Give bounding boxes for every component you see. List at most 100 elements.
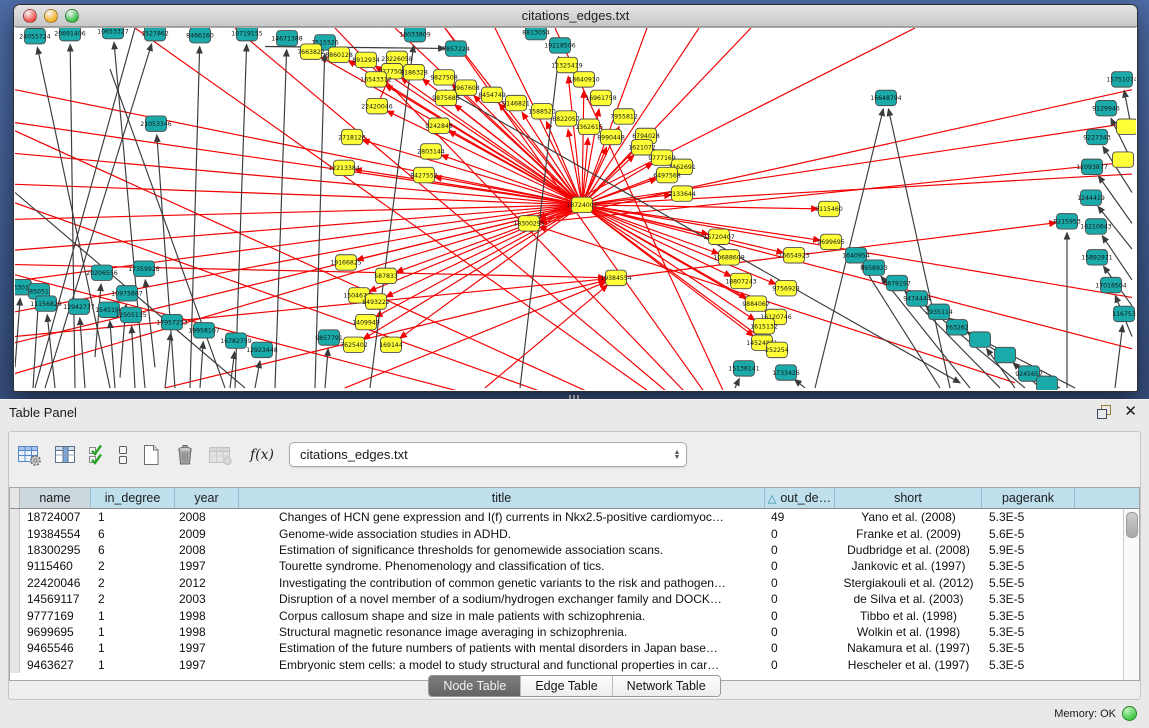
cell-year[interactable]: 1997 xyxy=(175,658,239,672)
cell-in-degree[interactable]: 2 xyxy=(91,576,175,590)
cell-in-degree[interactable]: 2 xyxy=(91,592,175,606)
cell-out-degree[interactable]: 0 xyxy=(765,609,835,623)
cell-name[interactable]: 18724007 xyxy=(20,510,91,524)
cell-name[interactable]: 9463627 xyxy=(20,658,91,672)
graph-edge[interactable] xyxy=(1115,325,1123,388)
table-row[interactable]: 19384554 6 2009 Genome-wide association … xyxy=(10,525,1139,541)
cell-title[interactable]: Genome-wide association studies in ADHD. xyxy=(239,527,765,541)
cell-out-degree[interactable]: 0 xyxy=(765,527,835,541)
graph-edge[interactable] xyxy=(230,352,235,388)
cell-title[interactable]: Estimation of significance thresholds fo… xyxy=(239,543,765,557)
cell-name[interactable]: 19384554 xyxy=(20,527,91,541)
cell-pagerank[interactable]: 5.3E-5 xyxy=(982,510,1075,524)
cell-in-degree[interactable]: 6 xyxy=(91,543,175,557)
column-header-title[interactable]: title xyxy=(239,488,765,508)
cell-year[interactable]: 2009 xyxy=(175,527,239,541)
cell-in-degree[interactable]: 6 xyxy=(91,527,175,541)
window-titlebar[interactable]: citations_edges.txt xyxy=(14,5,1137,27)
table-row[interactable]: 9699695 1 1998 Structural magnetic reson… xyxy=(10,624,1139,640)
cell-name[interactable]: 9699695 xyxy=(20,625,91,639)
table-row[interactable]: 9777169 1 1998 Corpus callosum shape and… xyxy=(10,607,1139,623)
graph-node[interactable] xyxy=(995,347,1016,362)
cell-out-degree[interactable]: 0 xyxy=(765,543,835,557)
cell-out-degree[interactable]: 0 xyxy=(765,576,835,590)
cell-name[interactable]: 9465546 xyxy=(20,641,91,655)
cell-name[interactable]: 9777169 xyxy=(20,609,91,623)
cell-year[interactable]: 2008 xyxy=(175,543,239,557)
table-vertical-scrollbar[interactable] xyxy=(1123,509,1139,680)
graph-edge[interactable] xyxy=(735,379,739,388)
column-header-short[interactable]: short xyxy=(835,488,982,508)
column-header-out-degree[interactable]: △ out_de… xyxy=(765,488,835,508)
table-row[interactable]: 18724007 1 2008 Changes of HCN gene expr… xyxy=(10,509,1139,525)
network-view[interactable]: 1872400718300295193845542405572420691406… xyxy=(15,28,1136,390)
graph-edge[interactable] xyxy=(369,205,582,291)
cell-short[interactable]: Tibbo et al. (1998) xyxy=(835,609,982,623)
cell-in-degree[interactable]: 1 xyxy=(91,658,175,672)
cell-year[interactable]: 2003 xyxy=(175,592,239,606)
graph-edge[interactable] xyxy=(15,298,20,367)
table-row[interactable]: 9465546 1 1997 Estimation of the future … xyxy=(10,640,1139,656)
graph-node[interactable] xyxy=(1117,119,1137,134)
cell-short[interactable]: Franke et al. (2009) xyxy=(835,527,982,541)
table-row[interactable]: 9115460 2 1997 Tourette syndrome. Phenom… xyxy=(10,558,1139,574)
cell-out-degree[interactable]: 0 xyxy=(765,559,835,573)
tab-node-table[interactable]: Node Table xyxy=(429,676,521,696)
cell-year[interactable]: 2008 xyxy=(175,510,239,524)
cell-pagerank[interactable]: 5.6E-5 xyxy=(982,527,1075,541)
cell-pagerank[interactable]: 5.3E-5 xyxy=(982,559,1075,573)
cell-short[interactable]: de Silva et al. (2003) xyxy=(835,592,982,606)
table-row[interactable]: 14569117 2 2003 Disruption of a novel me… xyxy=(10,591,1139,607)
graph-edge[interactable] xyxy=(132,326,135,388)
cell-short[interactable]: Stergiakouli et al. (2012) xyxy=(835,576,982,590)
cell-pagerank[interactable]: 5.3E-5 xyxy=(982,609,1075,623)
graph-edge[interactable] xyxy=(582,28,699,205)
delete-table-icon[interactable] xyxy=(173,441,197,469)
cell-short[interactable]: Nakamura et al. (1997) xyxy=(835,641,982,655)
cell-title[interactable]: Embryonic stem cells: a model to study s… xyxy=(239,658,765,672)
graph-node[interactable] xyxy=(1037,376,1058,390)
table-select[interactable]: citations_edges.txt ▲▼ xyxy=(289,442,687,467)
cell-pagerank[interactable]: 5.3E-5 xyxy=(982,592,1075,606)
cell-title[interactable]: Structural magnetic resonance image aver… xyxy=(239,625,765,639)
cell-pagerank[interactable]: 5.9E-5 xyxy=(982,543,1075,557)
scrollbar-thumb[interactable] xyxy=(1126,512,1138,538)
cell-short[interactable]: Yano et al. (2008) xyxy=(835,510,982,524)
graph-edge[interactable] xyxy=(582,205,1132,349)
cell-name[interactable]: 22420046 xyxy=(20,576,91,590)
cell-name[interactable]: 18300295 xyxy=(20,543,91,557)
cell-pagerank[interactable]: 5.3E-5 xyxy=(982,625,1075,639)
column-header-name[interactable]: name xyxy=(20,488,91,508)
cell-in-degree[interactable]: 1 xyxy=(91,641,175,655)
cell-title[interactable]: Changes of HCN gene expression and I(f) … xyxy=(239,510,765,524)
select-rows-icon[interactable] xyxy=(88,441,106,469)
column-header-pagerank[interactable]: pagerank xyxy=(982,488,1075,508)
graph-edge[interactable] xyxy=(235,28,760,390)
cell-pagerank[interactable]: 5.3E-5 xyxy=(982,658,1075,672)
cell-pagerank[interactable]: 5.5E-5 xyxy=(982,576,1075,590)
graph-edge[interactable] xyxy=(325,349,328,388)
cell-year[interactable]: 2012 xyxy=(175,576,239,590)
graph-edge[interactable] xyxy=(445,28,760,390)
table-row[interactable]: 22420046 2 2012 Investigating the contri… xyxy=(10,575,1139,591)
function-builder-icon[interactable]: f(x) xyxy=(244,441,274,469)
float-window-icon[interactable] xyxy=(1097,405,1111,419)
tab-network-table[interactable]: Network Table xyxy=(613,676,720,696)
cell-title[interactable]: Disruption of a novel member of a sodium… xyxy=(239,592,765,606)
cell-in-degree[interactable]: 1 xyxy=(91,510,175,524)
graph-edge[interactable] xyxy=(110,321,115,388)
table-row[interactable]: 18300295 6 2008 Estimation of significan… xyxy=(10,542,1139,558)
cell-short[interactable]: Wolkin et al. (1998) xyxy=(835,625,982,639)
graph-edge[interactable] xyxy=(165,333,171,388)
cell-title[interactable]: Corpus callosum shape and size in male p… xyxy=(239,609,765,623)
cell-year[interactable]: 1998 xyxy=(175,625,239,639)
cell-in-degree[interactable]: 1 xyxy=(91,625,175,639)
graph-edge[interactable] xyxy=(70,44,75,387)
cell-short[interactable]: Hescheler et al. (1997) xyxy=(835,658,982,672)
cell-out-degree[interactable]: 49 xyxy=(765,510,835,524)
cell-out-degree[interactable]: 0 xyxy=(765,641,835,655)
import-table-icon[interactable] xyxy=(208,441,233,469)
cell-title[interactable]: Tourette syndrome. Phenomenology and cla… xyxy=(239,559,765,573)
cell-year[interactable]: 1997 xyxy=(175,641,239,655)
cell-out-degree[interactable]: 0 xyxy=(765,658,835,672)
